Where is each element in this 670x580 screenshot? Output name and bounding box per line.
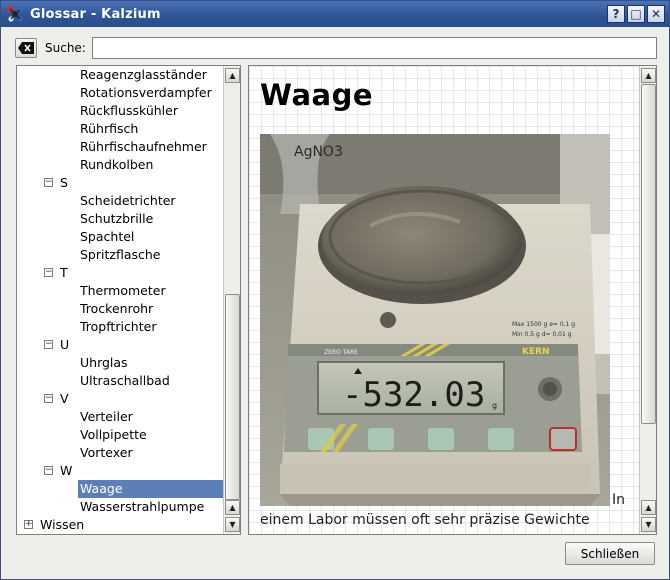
tree-item-label: Spritzflasche [80,247,161,262]
help-button[interactable]: ? [607,5,625,23]
search-input[interactable] [91,37,657,59]
photo-brand: KERN [522,347,550,357]
search-bar: Suche: [15,37,657,59]
tree-category[interactable]: − U [17,336,224,354]
tree-item[interactable]: Rührfisch [17,120,224,138]
tree-scrollbar[interactable]: ▲ ▲ ▼ [223,66,240,534]
svg-text:Min 0,5 g d= 0,01 g: Min 0,5 g d= 0,01 g [512,331,572,338]
tree-scroll-up-button[interactable]: ▲ [225,68,240,83]
svg-text:ZERO TARE: ZERO TARE [324,349,358,356]
tree-item-label: Trockenrohr [80,301,154,316]
tree-item[interactable]: Thermometer [17,282,224,300]
tree-item-label: Uhrglas [80,355,128,370]
tree-item-label: Vortexer [80,445,133,460]
tree-category[interactable]: − W [17,462,224,480]
tree-item-label: Tropftrichter [80,319,157,334]
tree-category[interactable]: − V [17,390,224,408]
tree-item-label: Rührfischaufnehmer [80,139,207,154]
expand-icon[interactable]: + [24,520,33,529]
content-scrollbar[interactable]: ▲ ▲ ▼ [639,66,656,534]
tree-item-label: U [60,337,70,352]
tree-category[interactable]: − T [17,264,224,282]
tree-item[interactable]: Vollpipette [17,426,224,444]
tree-item[interactable]: Spachtel [17,228,224,246]
tree-item-label: Rotationsverdampfer [80,85,212,100]
clear-search-button[interactable] [15,38,37,58]
tree-list: Reagenzglasständer Rotationsverdampfer Rüc… [17,66,224,534]
kalzium-app-icon [7,6,23,22]
entry-inline-text: In [612,492,626,508]
tree-item-label: Verteiler [80,409,133,424]
tree-item[interactable]: Rotationsverdampfer [17,84,224,102]
tree-item-label: Wasserstrahlpumpe [80,499,205,514]
tree-item-label: V [60,391,69,406]
tree-item-label: Schutzbrille [80,211,154,226]
glossary-tree: Reagenzglasständer Rotationsverdampfer Rüc… [16,65,241,535]
svg-text:Max 1500 g e= 0,1 g: Max 1500 g e= 0,1 g [512,321,575,328]
balance-photo: AgNO3 Max 1500 g e= 0,1 g Min 0,5 g d= 0… [260,134,610,506]
content-scroll-down-button[interactable]: ▲ [641,500,656,515]
title-bar[interactable]: Glossar - Kalzium ? □ ✕ [1,1,669,27]
tree-item-label: Rührfisch [80,121,139,136]
tree-item[interactable]: Trockenrohr [17,300,224,318]
tree-item-label: Ultraschallbad [80,373,170,388]
tree-item[interactable]: Ultraschallbad [17,372,224,390]
tree-item[interactable]: Rührfischaufnehmer [17,138,224,156]
tree-scroll-down-arrow[interactable]: ▼ [225,517,240,532]
tree-scroll-thumb[interactable] [225,294,240,500]
glossary-window: Glossar - Kalzium ? □ ✕ Suche: Reagenzgl… [0,0,670,580]
tree-item-label: Vollpipette [80,427,147,442]
collapse-icon[interactable]: − [44,268,53,277]
tree-item[interactable]: Tropftrichter [17,318,224,336]
collapse-icon[interactable]: − [44,394,53,403]
tree-item-label: Rückflusskühler [80,103,178,118]
tree-scroll-down-button[interactable]: ▲ [225,500,240,515]
photo-unit: g [492,401,497,410]
tree-item[interactable]: Vortexer [17,444,224,462]
maximize-button[interactable]: □ [627,5,645,23]
clear-text-icon [18,42,34,54]
tree-item[interactable]: Scheidetrichter [17,192,224,210]
tree-item-label: Wissen [40,517,85,532]
tree-category[interactable]: + Wissen [17,516,224,534]
tree-item-label: Waage [78,480,224,498]
window-title: Glossar - Kalzium [30,6,161,22]
tree-item[interactable]: Rundkolben [17,156,224,174]
search-label: Suche: [45,41,86,55]
tree-item-label: Spachtel [80,229,135,244]
tree-item[interactable]: Reagenzglasständer [17,66,224,84]
tree-item-label: Rundkolben [80,157,154,172]
collapse-icon[interactable]: − [44,466,53,475]
content-scroll-down-arrow[interactable]: ▼ [641,517,656,532]
collapse-icon[interactable]: − [44,178,53,187]
tree-item-label: Reagenzglasständer [80,67,207,82]
collapse-icon[interactable]: − [44,340,53,349]
balance-display-value: -532.03 [342,375,485,415]
flask-label: AgNO3 [294,144,343,160]
content-scroll-thumb[interactable] [641,84,656,424]
tree-item[interactable]: Uhrglas [17,354,224,372]
tree-item-label: T [60,265,68,280]
tree-item-label: Thermometer [80,283,166,298]
tree-item[interactable]: Wasserstrahlpumpe [17,498,224,516]
tree-item-label: S [60,175,68,190]
content-scroll-up-button[interactable]: ▲ [641,68,656,83]
close-window-button[interactable]: ✕ [647,5,665,23]
tree-item[interactable]: Verteiler [17,408,224,426]
tree-item-label: W [60,463,73,478]
tree-item[interactable]: Rückflusskühler [17,102,224,120]
window-controls: ? □ ✕ [607,5,665,23]
tree-item[interactable]: Schutzbrille [17,210,224,228]
tree-item-label: Scheidetrichter [80,193,176,208]
tree-category[interactable]: − S [17,174,224,192]
tree-item[interactable]: Waage [17,480,224,498]
entry-body-text: einem Labor müssen oft sehr präzise Gewi… [260,512,590,528]
tree-item[interactable]: Spritzflasche [17,246,224,264]
close-button[interactable]: Schließen [565,542,655,565]
entry-title: Waage [260,78,374,112]
entry-view: Waage AgNO3 Max 1500 g e= 0,1 g Min 0,5 … [248,65,657,535]
